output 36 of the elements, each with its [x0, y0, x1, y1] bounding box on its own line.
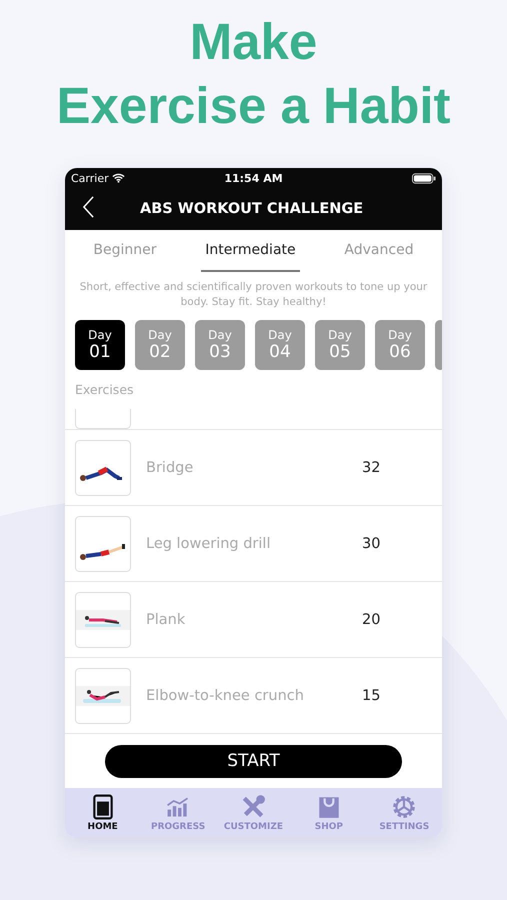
day-button[interactable]: Day 03: [195, 320, 245, 370]
status-time: 11:54 AM: [224, 172, 283, 184]
headline: Make: [190, 12, 318, 72]
tab-bar-item[interactable]: CUSTOMIZE: [218, 788, 288, 837]
day-button[interactable]: Day 02: [135, 320, 185, 370]
headline: Exercise a Habit: [56, 76, 451, 136]
exercise-name: Bridge: [146, 460, 194, 476]
level-tab[interactable]: Beginner: [89, 230, 160, 272]
start-button[interactable]: START: [105, 744, 402, 778]
battery-icon: [412, 172, 436, 184]
tab-bar-item[interactable]: SHOP: [294, 788, 364, 837]
tools-icon: [240, 794, 266, 820]
back-icon[interactable]: [83, 196, 94, 218]
carrier-label: Carrier: [71, 172, 109, 184]
tab-bar-item[interactable]: HOME: [68, 788, 138, 837]
level-tab[interactable]: Intermediate: [201, 230, 300, 272]
exercise-name: Leg lowering drill: [146, 536, 272, 552]
settings-icon: [391, 794, 418, 820]
exercise-count: 30: [362, 536, 382, 552]
exercise-count: 20: [362, 612, 382, 628]
exercise-name: Plank: [146, 612, 186, 628]
exercise-count: 15: [362, 688, 382, 704]
day-button[interactable]: Day 06: [375, 320, 425, 370]
tab-bar-item[interactable]: SETTINGS: [369, 788, 440, 837]
day-button[interactable]: Day 01: [75, 320, 125, 370]
wifi-icon: [112, 173, 125, 183]
exercise-count: 32: [362, 460, 382, 476]
exercise-name: Elbow-to-knee crunch: [146, 688, 305, 704]
section-title: Exercises: [74, 381, 135, 399]
description: Short, effective and scientifically proven workouts to tone up your body. Stay fit. Stay healthy!: [78, 280, 428, 310]
tab-bar-item[interactable]: PROGRESS: [143, 788, 214, 837]
day-button[interactable]: Day 05: [315, 320, 365, 370]
level-tab[interactable]: Advanced: [340, 230, 418, 272]
day-button-edge[interactable]: [435, 320, 442, 370]
day-button[interactable]: Day 04: [255, 320, 305, 370]
screen-title: ABS WORKOUT CHALLENGE: [140, 201, 364, 217]
